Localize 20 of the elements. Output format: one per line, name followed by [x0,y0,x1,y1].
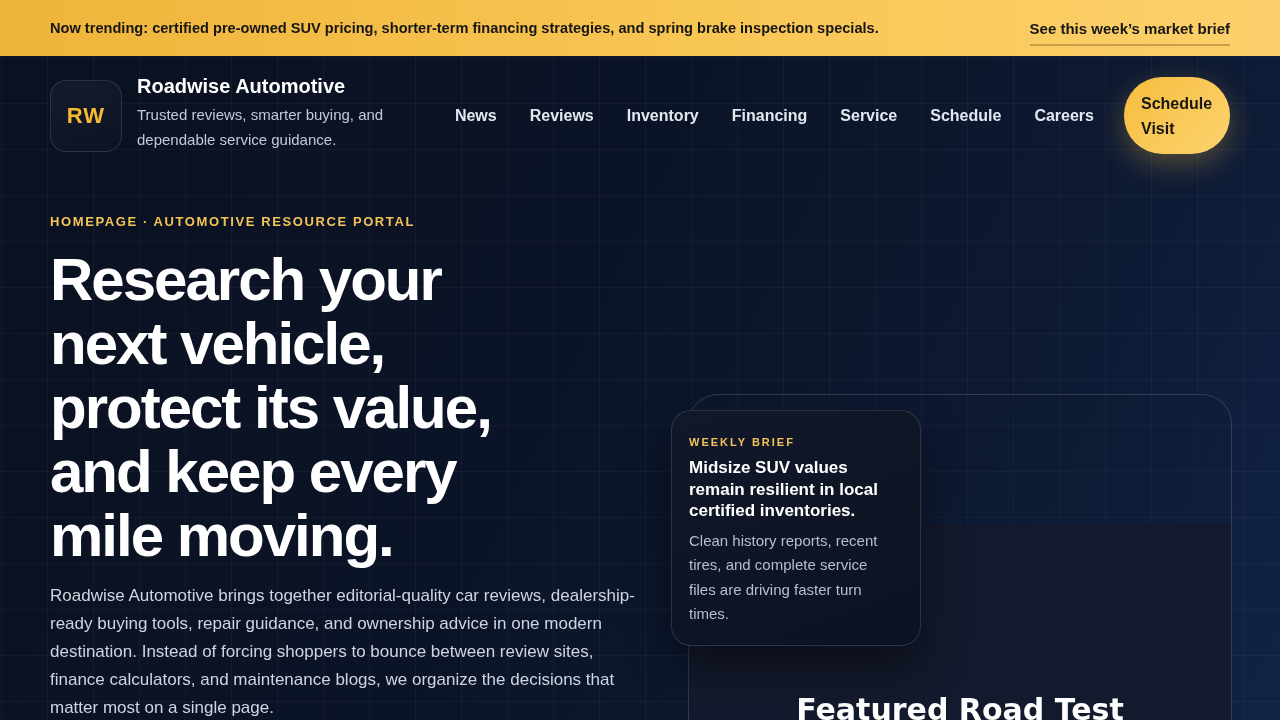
featured-title: Featured Road Test [796,697,1124,720]
nav-link[interactable]: Inventory [626,106,699,125]
brief-title: Midsize SUV values remain resilient in local certified inventories. [689,457,879,522]
brand-name: Roadwise Automotive [137,75,347,98]
hero-headline: Research your next vehicle, protect its value, and keep every mile moving. [50,248,492,568]
brief-body: Clean history reports, recent tires, and complete service files are driving faster turn times. [689,530,879,624]
market-brief-link[interactable]: See this week’s market brief [1029,12,1230,46]
nav-link[interactable]: News [454,106,497,125]
nav-link[interactable]: Reviews [529,106,594,125]
logo-mark: RW [50,79,122,152]
nav-link[interactable]: Schedule [930,106,1002,125]
brief-eyebrow: WEEKLY BRIEF [689,435,796,449]
hero-intro: Roadwise Automotive brings together editorial-quality car reviews, dealership-ready buying tools, repair guidance, and ownership advice in one modern destination. Instead of forcing shoppers to bounce between review sites, finance calculators, and maintenance blogs, we organize the decisions that matter most on a single page. [50,585,636,719]
schedule-visit-button[interactable]: Schedule Visit [1124,77,1230,154]
nav-link[interactable]: Careers [1034,106,1094,125]
nav-link[interactable]: Service [840,106,898,125]
hero-eyebrow: HOMEPAGE · AUTOMOTIVE RESOURCE PORTAL [50,214,416,230]
nav-link[interactable]: Financing [731,106,808,125]
announcement-text: Now trending: certified pre-owned SUV pricing, shorter-term financing strategies, and spring brake inspection specials. [50,20,879,36]
brand-tagline: Trusted reviews, smarter buying, and dependable service guidance. [137,105,385,150]
